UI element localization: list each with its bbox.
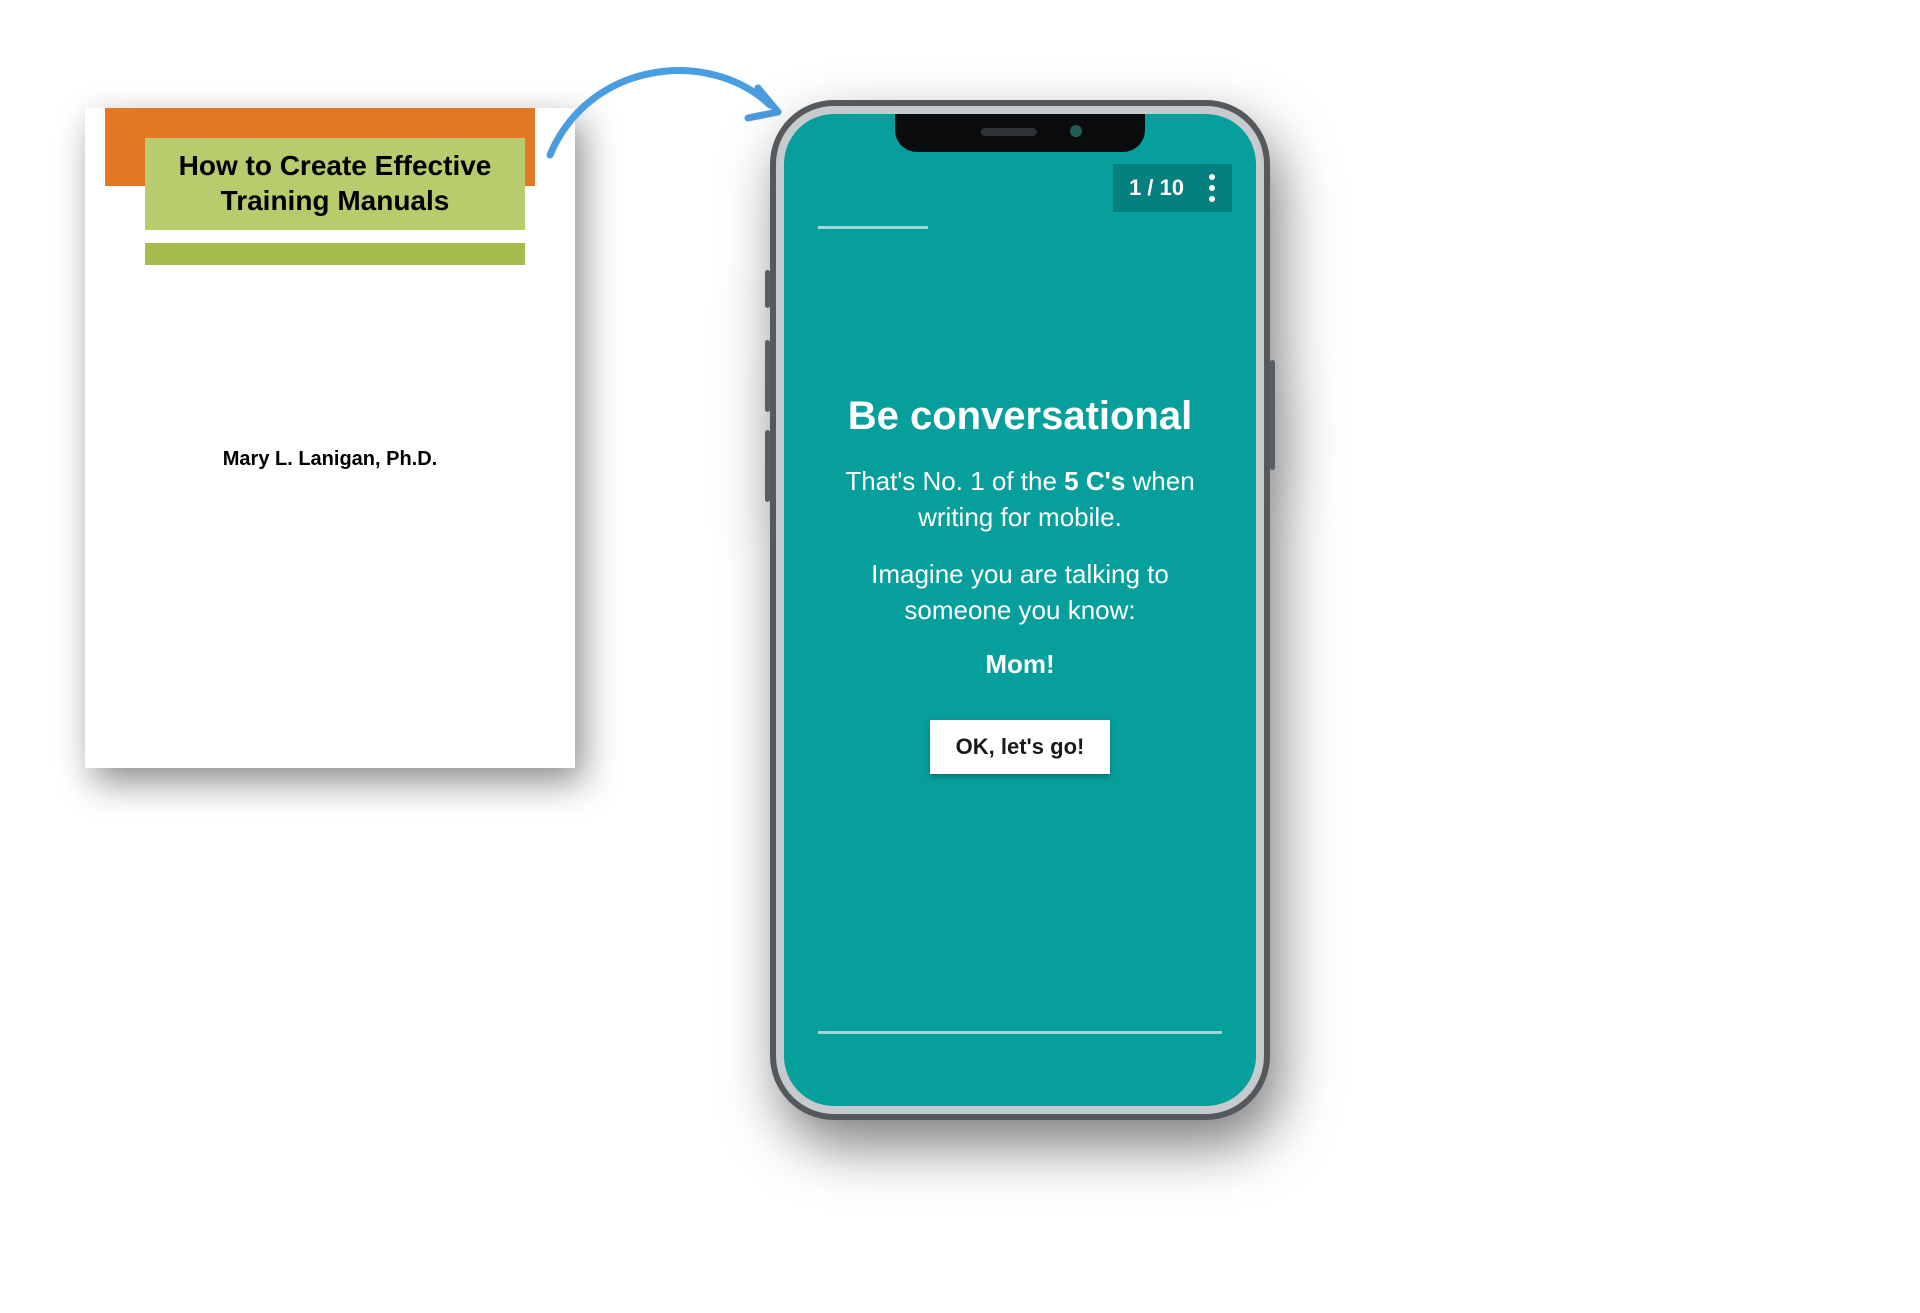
- lesson-body-1-strong: 5 C's: [1064, 466, 1125, 496]
- more-vertical-icon: [1202, 174, 1222, 202]
- lesson-headline: Be conversational: [824, 394, 1216, 439]
- training-manual-cover: How to Create Effective Training Manuals…: [85, 108, 575, 768]
- phone-screen: 1 / 10 Be conversational That's No. 1 of…: [784, 114, 1256, 1106]
- lesson-content: Be conversational That's No. 1 of the 5 …: [784, 394, 1256, 774]
- more-options-button[interactable]: [1200, 164, 1232, 212]
- cover-title-box: How to Create Effective Training Manuals: [145, 138, 525, 230]
- cover-title-line-1: How to Create Effective: [151, 148, 519, 183]
- phone-notch: [895, 114, 1145, 152]
- lets-go-button[interactable]: OK, let's go!: [930, 720, 1111, 774]
- phone-mockup: 1 / 10 Be conversational That's No. 1 of…: [770, 100, 1270, 1120]
- lesson-body-1-prefix: That's No. 1 of the: [845, 466, 1064, 496]
- lesson-emphasis: Mom!: [824, 649, 1216, 680]
- lesson-body-2: Imagine you are talking to someone you k…: [824, 556, 1216, 629]
- cover-title-line-2: Training Manuals: [151, 183, 519, 218]
- page-indicator: 1 / 10: [1113, 164, 1200, 212]
- cover-author: Mary L. Lanigan, Ph.D.: [85, 448, 575, 471]
- divider-top: [818, 226, 928, 229]
- lesson-body-1: That's No. 1 of the 5 C's when writing f…: [824, 463, 1216, 536]
- curved-arrow-icon: [540, 40, 800, 170]
- phone-power-button: [1270, 360, 1275, 470]
- divider-bottom: [818, 1031, 1222, 1034]
- cover-accent-olive-bar: [145, 243, 525, 265]
